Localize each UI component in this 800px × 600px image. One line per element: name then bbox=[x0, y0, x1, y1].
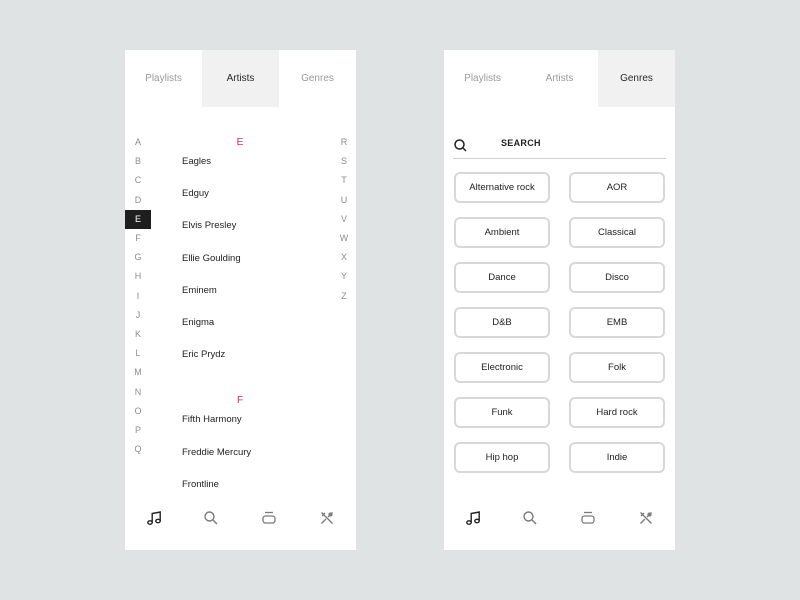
genre-button[interactable]: Disco bbox=[569, 262, 665, 293]
alphabet-letter[interactable]: B bbox=[125, 152, 151, 171]
search-icon[interactable] bbox=[201, 508, 221, 528]
alphabet-letter[interactable]: L bbox=[125, 344, 151, 363]
artist-item[interactable]: Ellie Goulding bbox=[182, 253, 241, 264]
section-letter-header: F bbox=[236, 395, 244, 407]
artist-item[interactable]: Enigma bbox=[182, 317, 214, 328]
artist-item[interactable]: Eric Prydz bbox=[182, 349, 225, 360]
alphabet-letter[interactable]: Z bbox=[331, 287, 357, 306]
queue-icon[interactable] bbox=[259, 508, 279, 528]
alphabet-letter[interactable]: E bbox=[125, 209, 151, 229]
alphabet-letter[interactable]: O bbox=[125, 402, 151, 421]
tab-bar: Playlists Artists Genres bbox=[444, 50, 675, 107]
alphabet-letter[interactable]: W bbox=[331, 229, 357, 248]
genre-button[interactable]: Funk bbox=[454, 397, 550, 428]
genre-button[interactable]: Alternative rock bbox=[454, 172, 550, 203]
genre-button[interactable]: Hip hop bbox=[454, 442, 550, 473]
search-input[interactable]: SEARCH bbox=[453, 130, 666, 159]
genre-button[interactable]: Dance bbox=[454, 262, 550, 293]
alphabet-letter[interactable]: G bbox=[125, 248, 151, 267]
genre-button[interactable]: Electronic bbox=[454, 352, 550, 383]
artist-item[interactable]: Freddie Mercury bbox=[182, 447, 251, 458]
genre-button[interactable]: D&B bbox=[454, 307, 550, 338]
alphabet-letter[interactable]: N bbox=[125, 383, 151, 402]
music-note-icon[interactable] bbox=[463, 508, 483, 528]
tab-genres[interactable]: Genres bbox=[598, 50, 675, 107]
bottom-nav bbox=[125, 505, 356, 531]
alphabet-letter[interactable]: K bbox=[125, 325, 151, 344]
genre-button[interactable]: Classical bbox=[569, 217, 665, 248]
alphabet-letter[interactable]: Q bbox=[125, 440, 151, 459]
tools-icon[interactable] bbox=[636, 508, 656, 528]
search-icon bbox=[454, 139, 467, 152]
alphabet-letter[interactable]: Y bbox=[331, 267, 357, 286]
alphabet-letter[interactable]: F bbox=[125, 229, 151, 248]
alphabet-letter[interactable]: I bbox=[125, 287, 151, 306]
alphabet-letter[interactable]: R bbox=[331, 133, 357, 152]
artist-item[interactable]: Eminem bbox=[182, 285, 217, 296]
artist-item[interactable]: Eagles bbox=[182, 156, 211, 167]
tab-playlists[interactable]: Playlists bbox=[444, 50, 521, 107]
artist-item[interactable]: Elvis Presley bbox=[182, 220, 236, 231]
bottom-nav bbox=[444, 505, 675, 531]
queue-icon[interactable] bbox=[578, 508, 598, 528]
genre-button[interactable]: Folk bbox=[569, 352, 665, 383]
alphabet-letter[interactable]: S bbox=[331, 152, 357, 171]
alphabet-letter[interactable]: P bbox=[125, 421, 151, 440]
search-icon[interactable] bbox=[520, 508, 540, 528]
alphabet-letter[interactable]: D bbox=[125, 191, 151, 210]
genre-button[interactable]: Hard rock bbox=[569, 397, 665, 428]
genre-button[interactable]: EMB bbox=[569, 307, 665, 338]
tools-icon[interactable] bbox=[317, 508, 337, 528]
alphabet-letter[interactable]: J bbox=[125, 306, 151, 325]
alphabet-letter[interactable]: M bbox=[125, 363, 151, 382]
music-note-icon[interactable] bbox=[144, 508, 164, 528]
tab-artists[interactable]: Artists bbox=[202, 50, 279, 107]
genre-button[interactable]: Indie bbox=[569, 442, 665, 473]
alphabet-letter[interactable]: C bbox=[125, 171, 151, 190]
alphabet-letter[interactable]: H bbox=[125, 267, 151, 286]
artist-item[interactable]: Edguy bbox=[182, 188, 209, 199]
alphabet-letter[interactable]: X bbox=[331, 248, 357, 267]
section-letter-header: E bbox=[236, 137, 244, 148]
artist-item[interactable]: Fifth Harmony bbox=[182, 414, 242, 425]
tab-bar: Playlists Artists Genres bbox=[125, 50, 356, 107]
tab-artists[interactable]: Artists bbox=[521, 50, 598, 107]
alphabet-letter[interactable]: V bbox=[331, 210, 357, 229]
genre-button[interactable]: Ambient bbox=[454, 217, 550, 248]
tab-playlists[interactable]: Playlists bbox=[125, 50, 202, 107]
artist-item[interactable]: Frontline bbox=[182, 479, 219, 490]
search-label: SEARCH bbox=[501, 138, 541, 148]
genres-screen: Playlists Artists Genres SEARCH Alternat… bbox=[444, 50, 675, 550]
genre-button[interactable]: AOR bbox=[569, 172, 665, 203]
alphabet-letter[interactable]: A bbox=[125, 133, 151, 152]
tab-genres[interactable]: Genres bbox=[279, 50, 356, 107]
artists-screen: Playlists Artists Genres ABCDEFGHIJKLMNO… bbox=[125, 50, 356, 550]
alphabet-letter[interactable]: U bbox=[331, 191, 357, 210]
alphabet-letter[interactable]: T bbox=[331, 171, 357, 190]
